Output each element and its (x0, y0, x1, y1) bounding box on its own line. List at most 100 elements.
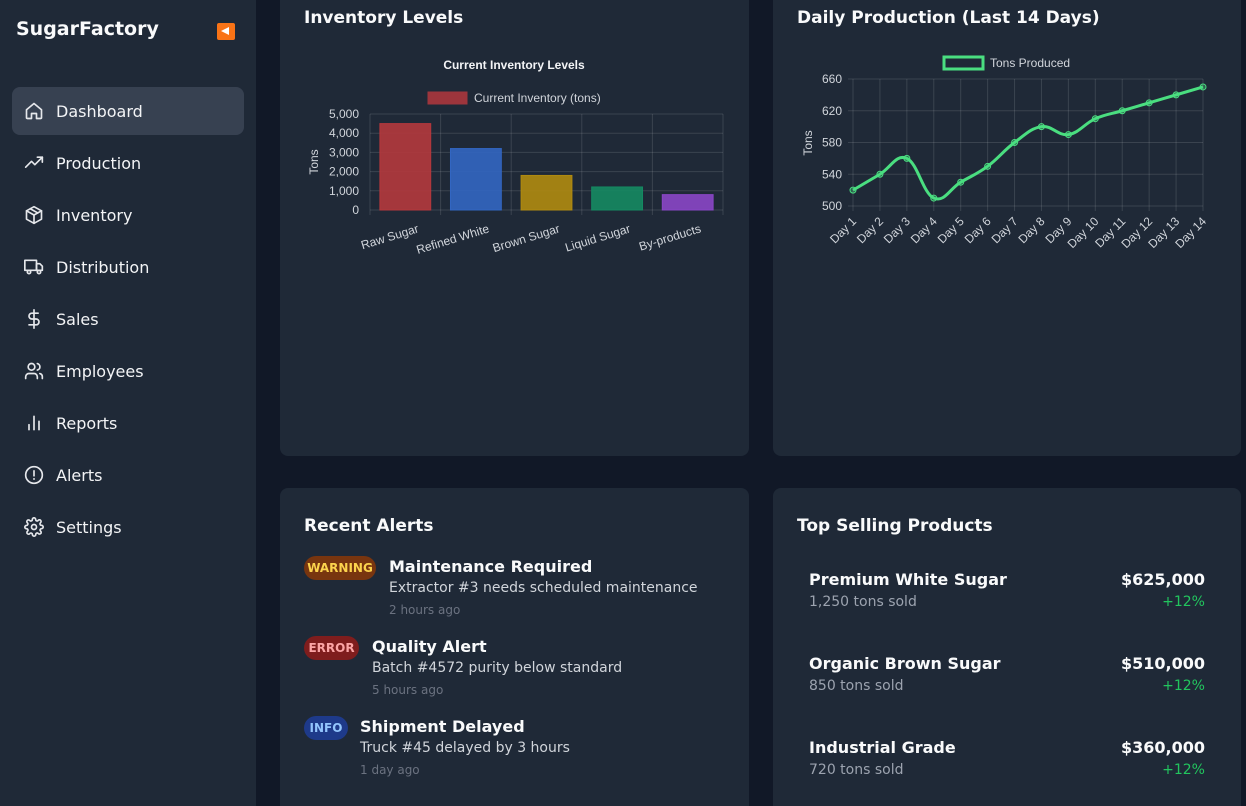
product-tons-sold: 850 tons sold (809, 678, 904, 694)
alert-description: Truck #45 delayed by 3 hours (360, 740, 570, 756)
product-tons-sold: 1,250 tons sold (809, 594, 917, 610)
y-tick-label: 2,000 (329, 165, 359, 179)
alert-description: Extractor #3 needs scheduled maintenance (389, 580, 698, 596)
x-tick-label: Day 7 (989, 214, 1021, 246)
y-tick-label: 500 (822, 199, 842, 213)
y-tick-label: 580 (822, 136, 842, 150)
truck-icon (24, 257, 44, 277)
sidebar-item-employees[interactable]: Employees (12, 347, 244, 395)
data-point (1037, 123, 1045, 131)
sidebar-item-alerts[interactable]: Alerts (12, 451, 244, 499)
sidebar-item-label: Alerts (56, 465, 103, 485)
y-tick-label: 1,000 (329, 184, 359, 198)
sidebar-item-label: Reports (56, 413, 118, 433)
alert-circle-icon (24, 465, 44, 485)
alert-badge-info: INFO (304, 716, 348, 740)
y-tick-label: 540 (822, 167, 842, 181)
product-revenue: $510,000 (1120, 654, 1205, 673)
data-point (1172, 91, 1180, 99)
data-point (903, 154, 911, 162)
brand-logo: SugarFactory (16, 18, 159, 40)
data-point (876, 170, 884, 178)
sidebar-item-label: Production (56, 153, 142, 173)
trending-up-icon (24, 153, 44, 173)
product-row[interactable]: Organic Brown Sugar 850 tons sold $510,0… (809, 654, 1205, 704)
legend-swatch (942, 55, 985, 71)
product-revenue: $360,000 (1120, 738, 1205, 757)
sidebar-item-label: Settings (56, 517, 122, 537)
legend-label: Tons Produced (990, 56, 1070, 70)
data-point (1118, 107, 1126, 115)
x-tick-label: Day 14 (1172, 214, 1209, 251)
dollar-icon (24, 309, 44, 329)
sidebar-item-settings[interactable]: Settings (12, 503, 244, 551)
sidebar-item-sales[interactable]: Sales (12, 295, 244, 343)
alert-title: Shipment Delayed (360, 717, 525, 736)
alert-time: 2 hours ago (389, 603, 461, 617)
data-point (1011, 139, 1019, 146)
product-row[interactable]: Premium White Sugar 1,250 tons sold $625… (809, 570, 1205, 620)
bar (379, 123, 432, 211)
y-tick-label: 3,000 (329, 145, 359, 159)
alert-badge-warning: WARNING (304, 556, 376, 580)
bar (449, 148, 502, 211)
users-icon (24, 361, 44, 381)
alert-title: Maintenance Required (389, 557, 593, 576)
top-products-card-title: Top Selling Products (797, 516, 993, 536)
x-tick-label: Day 2 (854, 214, 886, 246)
sidebar-item-reports[interactable]: Reports (12, 399, 244, 447)
x-tick-label: Day 4 (908, 214, 940, 246)
sidebar-item-label: Employees (56, 361, 144, 381)
product-name: Organic Brown Sugar (809, 654, 1001, 673)
x-tick-label: Brown Sugar (491, 221, 561, 255)
bar (661, 194, 714, 211)
alert-badge-error: ERROR (304, 636, 359, 660)
product-revenue: $625,000 (1120, 570, 1205, 589)
product-change: +12% (1162, 678, 1205, 694)
data-point (1064, 131, 1072, 139)
bar (520, 174, 573, 211)
bar (591, 186, 644, 211)
y-axis-label: Tons (307, 149, 321, 174)
chart-title: Current Inventory Levels (443, 58, 585, 72)
alerts-card: Recent Alerts WARNING Maintenance Requir… (280, 488, 749, 806)
data-point (1091, 115, 1099, 123)
data-point (984, 162, 992, 170)
sidebar-item-label: Dashboard (56, 101, 143, 121)
sidebar: SugarFactory Dashboard Production Invent… (0, 0, 256, 806)
product-name: Premium White Sugar (809, 570, 1007, 589)
alerts-card-title: Recent Alerts (304, 516, 434, 536)
gear-icon (24, 517, 44, 537)
sidebar-item-inventory[interactable]: Inventory (12, 191, 244, 239)
production-line-chart: Tons Produced660620580540500Day 1Day 2Da… (801, 55, 1209, 251)
x-tick-label: Raw Sugar (359, 221, 420, 252)
x-tick-label: Day 5 (935, 214, 967, 246)
collapse-sidebar-button[interactable] (217, 23, 235, 40)
x-tick-label: Day 1 (827, 214, 859, 246)
product-change: +12% (1162, 762, 1205, 778)
bar-chart-icon (24, 413, 44, 433)
x-tick-label: Day 6 (962, 214, 994, 246)
legend-swatch (427, 91, 468, 105)
product-row[interactable]: Industrial Grade 720 tons sold $360,000 … (809, 738, 1205, 788)
top-products-card: Top Selling Products Premium White Sugar… (773, 488, 1241, 806)
sidebar-item-label: Sales (56, 309, 99, 329)
x-tick-label: By-products (637, 221, 702, 253)
y-tick-label: 0 (352, 203, 359, 217)
alert-time: 5 hours ago (372, 683, 444, 697)
sidebar-item-production[interactable]: Production (12, 139, 244, 187)
home-icon (24, 101, 44, 121)
y-tick-label: 660 (822, 72, 842, 86)
sidebar-item-distribution[interactable]: Distribution (12, 243, 244, 291)
y-axis-label: Tons (801, 130, 815, 155)
y-tick-label: 5,000 (329, 107, 359, 121)
data-point (849, 186, 857, 194)
x-tick-label: Day 3 (881, 214, 913, 246)
alert-title: Quality Alert (372, 637, 487, 656)
alert-description: Batch #4572 purity below standard (372, 660, 623, 676)
sidebar-item-dashboard[interactable]: Dashboard (12, 87, 244, 135)
sidebar-item-label: Distribution (56, 257, 150, 277)
data-point (957, 178, 965, 186)
data-point (930, 194, 938, 202)
y-tick-label: 4,000 (329, 126, 359, 140)
